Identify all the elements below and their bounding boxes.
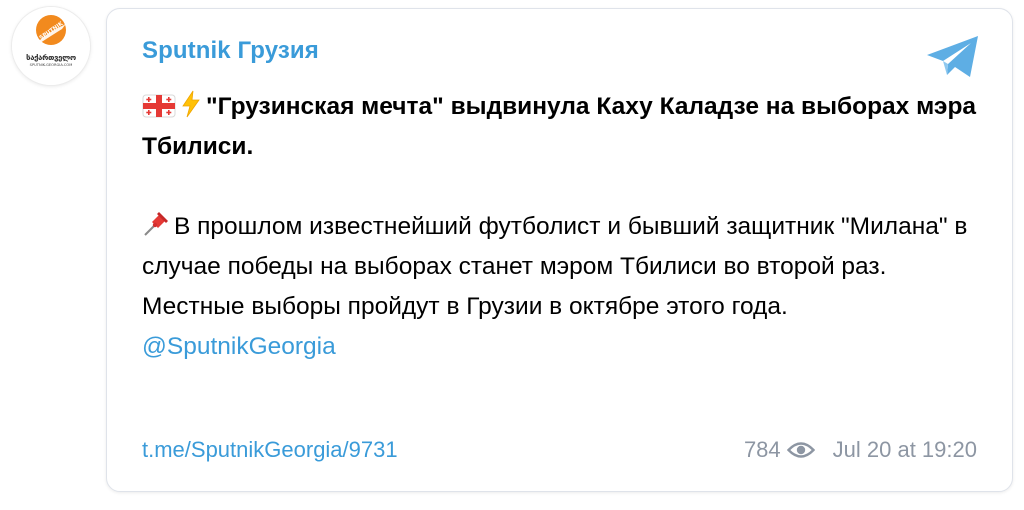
- post-link[interactable]: t.me/SputnikGeorgia/9731: [142, 437, 398, 463]
- sputnik-logo-icon: SPUTNIK: [12, 7, 90, 85]
- pushpin-icon: [144, 212, 168, 236]
- headline-paragraph: "Грузинская мечта" выдвинула Каху Каладз…: [142, 87, 987, 167]
- body-paragraph: В прошлом известнейший футболист и бывши…: [142, 207, 987, 367]
- body-text: В прошлом известнейший футболист и бывши…: [142, 213, 968, 320]
- message-text: "Грузинская мечта" выдвинула Каху Каладз…: [142, 87, 987, 367]
- eye-icon: [786, 442, 815, 458]
- post-card: Sputnik Грузия "Грузинская мечта" выдвин…: [106, 8, 1013, 492]
- post-timestamp: Jul 20 at 19:20: [832, 437, 977, 462]
- avatar-subtitle: SPUTNIK-GEORGIA.COM: [29, 63, 73, 67]
- channel-avatar[interactable]: SPUTNIK საქართველო SPUTNIK-GEORGIA.COM: [12, 7, 90, 85]
- avatar-title: საქართველო: [26, 53, 76, 62]
- headline-text: "Грузинская мечта" выдвинула Каху Каладз…: [142, 93, 977, 160]
- post-meta: 784 Jul 20 at 19:20: [744, 437, 977, 463]
- views-count: 784: [743, 437, 781, 462]
- telegram-icon[interactable]: [925, 34, 981, 80]
- georgia-flag-icon: [142, 94, 176, 118]
- channel-mention-link[interactable]: @SputnikGeorgia: [142, 333, 336, 360]
- channel-name[interactable]: Sputnik Грузия: [142, 37, 319, 65]
- lightning-icon: [182, 90, 200, 118]
